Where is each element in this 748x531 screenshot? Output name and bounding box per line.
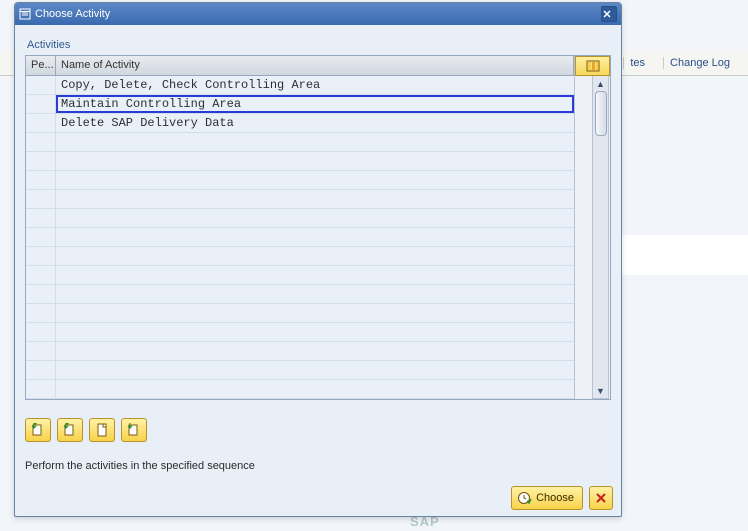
cell-pe bbox=[26, 304, 56, 322]
table-row bbox=[26, 190, 574, 209]
cell-name: Copy, Delete, Check Controlling Area bbox=[56, 76, 574, 94]
cell-pe bbox=[26, 114, 56, 132]
doc-arrow-icon bbox=[62, 422, 78, 438]
toolbar-btn-4[interactable] bbox=[121, 418, 147, 442]
table-row bbox=[26, 209, 574, 228]
document-icon bbox=[94, 422, 110, 438]
cell-name bbox=[56, 380, 574, 398]
table-settings-icon bbox=[586, 60, 600, 72]
vertical-scrollbar[interactable]: ▲ ▼ bbox=[592, 76, 609, 399]
cell-pe bbox=[26, 133, 56, 151]
table-row[interactable]: Maintain Controlling Area bbox=[26, 95, 574, 114]
table-row bbox=[26, 228, 574, 247]
bg-tes-button[interactable]: tes bbox=[623, 57, 651, 69]
toolbar-btn-2[interactable] bbox=[57, 418, 83, 442]
cell-name bbox=[56, 304, 574, 322]
toolbar-btn-3[interactable] bbox=[89, 418, 115, 442]
table-row bbox=[26, 171, 574, 190]
cell-name: Maintain Controlling Area bbox=[56, 95, 574, 113]
cell-name bbox=[56, 152, 574, 170]
choose-activity-dialog: Choose Activity Activities Pe... Name of… bbox=[14, 2, 622, 517]
cell-name bbox=[56, 228, 574, 246]
table-row bbox=[26, 266, 574, 285]
cell-name: Delete SAP Delivery Data bbox=[56, 114, 574, 132]
cell-pe bbox=[26, 361, 56, 379]
cell-name bbox=[56, 247, 574, 265]
doc-arrow-icon bbox=[126, 422, 142, 438]
clock-check-icon bbox=[516, 490, 532, 506]
table-row bbox=[26, 342, 574, 361]
cell-name bbox=[56, 361, 574, 379]
table-row[interactable]: Copy, Delete, Check Controlling Area bbox=[26, 76, 574, 95]
scroll-thumb[interactable] bbox=[595, 91, 607, 136]
window-icon bbox=[19, 8, 31, 20]
table-row bbox=[26, 323, 574, 342]
cell-pe bbox=[26, 209, 56, 227]
dialog-title: Choose Activity bbox=[35, 8, 110, 20]
activities-table: Pe... Name of Activity Copy, Delete, Che… bbox=[25, 55, 611, 400]
close-icon bbox=[603, 10, 611, 18]
cell-pe bbox=[26, 152, 56, 170]
cell-pe bbox=[26, 342, 56, 360]
bg-change-log-button[interactable]: Change Log bbox=[663, 57, 736, 69]
col-header-pe[interactable]: Pe... bbox=[26, 56, 56, 76]
cell-name bbox=[56, 171, 574, 189]
dialog-close-button[interactable] bbox=[601, 6, 617, 22]
doc-arrow-icon bbox=[30, 422, 46, 438]
table-row bbox=[26, 152, 574, 171]
toolbar-btn-1[interactable] bbox=[25, 418, 51, 442]
table-row bbox=[26, 285, 574, 304]
cell-pe bbox=[26, 247, 56, 265]
cell-pe bbox=[26, 285, 56, 303]
instruction-text: Perform the activities in the specified … bbox=[25, 460, 611, 472]
cell-pe bbox=[26, 266, 56, 284]
cancel-button[interactable] bbox=[589, 486, 613, 510]
cell-pe bbox=[26, 76, 56, 94]
cell-name bbox=[56, 342, 574, 360]
cell-name bbox=[56, 323, 574, 341]
cell-pe bbox=[26, 228, 56, 246]
scroll-up-icon[interactable]: ▲ bbox=[593, 76, 608, 91]
table-row bbox=[26, 247, 574, 266]
section-label: Activities bbox=[25, 33, 611, 55]
cell-pe bbox=[26, 171, 56, 189]
dialog-titlebar[interactable]: Choose Activity bbox=[15, 3, 621, 25]
configure-columns-button[interactable] bbox=[575, 56, 610, 76]
table-row bbox=[26, 361, 574, 380]
cell-name bbox=[56, 133, 574, 151]
cell-pe bbox=[26, 380, 56, 398]
table-row[interactable]: Delete SAP Delivery Data bbox=[26, 114, 574, 133]
cell-pe bbox=[26, 323, 56, 341]
table-row bbox=[26, 380, 574, 399]
cell-name bbox=[56, 285, 574, 303]
scroll-down-icon[interactable]: ▼ bbox=[593, 383, 608, 398]
cell-name bbox=[56, 266, 574, 284]
cell-pe bbox=[26, 95, 56, 113]
table-row bbox=[26, 304, 574, 323]
choose-label: Choose bbox=[536, 492, 574, 504]
cell-name bbox=[56, 209, 574, 227]
col-header-name[interactable]: Name of Activity bbox=[56, 56, 574, 76]
choose-button[interactable]: Choose bbox=[511, 486, 583, 510]
cancel-icon bbox=[595, 492, 607, 504]
cell-name bbox=[56, 190, 574, 208]
cell-pe bbox=[26, 190, 56, 208]
table-row bbox=[26, 133, 574, 152]
